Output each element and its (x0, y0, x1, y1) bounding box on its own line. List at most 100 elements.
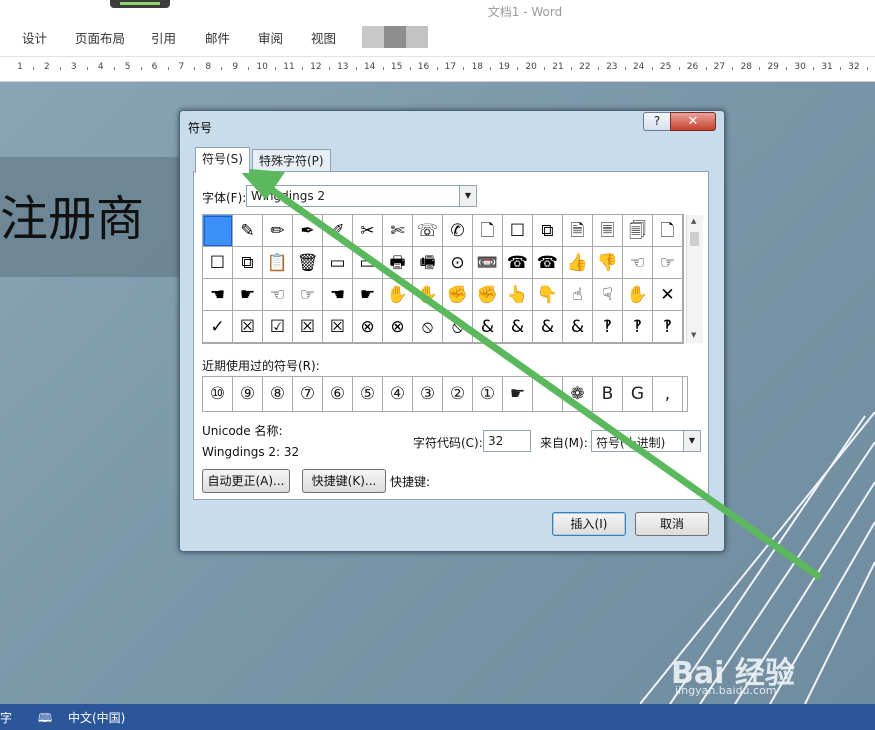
recent-symbol-cell[interactable]: ⑨ (233, 377, 263, 411)
symbol-cell[interactable]: ‽ (653, 311, 683, 343)
symbol-cell[interactable]: & (563, 311, 593, 343)
cancel-button[interactable]: 取消 (635, 512, 709, 536)
symbol-cell[interactable]: ☐ (503, 215, 533, 247)
symbol-cell[interactable]: ✋ (623, 279, 653, 311)
tab-mailings[interactable]: 邮件 (205, 28, 230, 47)
symbol-cell[interactable]: 📋 (263, 247, 293, 279)
tab-references[interactable]: 引用 (151, 28, 176, 47)
symbol-cell[interactable]: & (533, 311, 563, 343)
symbol-cell[interactable]: ☒ (293, 311, 323, 343)
symbol-cell[interactable]: ✎ (233, 215, 263, 247)
symbol-cell[interactable]: ✐ (323, 215, 353, 247)
symbol-cell[interactable]: ✋ (413, 279, 443, 311)
symbol-cell[interactable]: ⧉ (533, 215, 563, 247)
recent-symbol-cell[interactable]: ⑤ (353, 377, 383, 411)
symbol-cell[interactable]: ⊗ (383, 311, 413, 343)
scroll-up-icon[interactable]: ▲ (691, 217, 696, 225)
grid-scrollbar[interactable]: ▲ ▼ (686, 215, 703, 343)
tab-review[interactable]: 审阅 (258, 28, 283, 47)
symbol-cell[interactable]: 🖶 (383, 247, 413, 279)
symbol-cell[interactable]: ✊ (443, 279, 473, 311)
horizontal-ruler[interactable]: 1 2 3 4 5 6 7 8 9 10 11 12 13 14 15 16 17 18 19 20 21 22 23 24 2… (0, 57, 875, 82)
symbol-cell[interactable]: ☜ (623, 247, 653, 279)
symbol-cell[interactable]: ✓ (203, 311, 233, 343)
symbol-cell[interactable]: ☒ (323, 311, 353, 343)
char-code-input[interactable]: 32 (483, 430, 531, 452)
symbol-cell[interactable]: ⊙ (443, 247, 473, 279)
symbol-cell[interactable]: ☎ (533, 247, 563, 279)
symbol-cell[interactable]: ☜ (263, 279, 293, 311)
symbol-cell[interactable]: ▭ (323, 247, 353, 279)
symbol-cell[interactable]: 👎 (593, 247, 623, 279)
symbol-cell[interactable]: ⦸ (443, 311, 473, 343)
symbol-cell[interactable]: 👆 (503, 279, 533, 311)
recent-symbol-cell[interactable]: ⑥ (323, 377, 353, 411)
tab-symbols[interactable]: 符号(S) (195, 147, 250, 173)
word-count[interactable]: 字 (0, 709, 12, 726)
symbol-cell[interactable]: 🗎 (563, 215, 593, 247)
symbol-cell[interactable]: 📼 (473, 247, 503, 279)
symbol-cell[interactable]: 🖷 (413, 247, 443, 279)
symbol-cell[interactable]: ☛ (353, 279, 383, 311)
symbol-cell[interactable]: ⊗ (353, 311, 383, 343)
symbol-cell[interactable]: ☝ (563, 279, 593, 311)
symbol-cell[interactable]: 🗏 (593, 215, 623, 247)
symbol-cell[interactable]: ‽ (623, 311, 653, 343)
recent-symbols-row[interactable]: ⑩ ⑨ ⑧ ⑦ ⑥ ⑤ ④ ③ ② ① ☛ ❁ B G, (202, 376, 688, 412)
symbol-cell[interactable]: 🗋 (653, 215, 683, 247)
autocorrect-button[interactable]: 自动更正(A)... (202, 469, 290, 493)
symbol-cell[interactable]: ⧉ (233, 247, 263, 279)
symbol-cell[interactable]: ‽ (593, 311, 623, 343)
shortcut-key-button[interactable]: 快捷键(K)... (302, 469, 386, 493)
recent-symbol-cell[interactable]: ④ (383, 377, 413, 411)
symbol-cell[interactable]: ⦸ (413, 311, 443, 343)
symbol-cell[interactable]: ✏ (263, 215, 293, 247)
recent-symbol-cell[interactable]: ③ (413, 377, 443, 411)
symbol-cell[interactable]: ☞ (653, 247, 683, 279)
from-select[interactable]: 符号(十进制) ▼ (591, 430, 701, 452)
recent-symbol-cell[interactable]: ⑦ (293, 377, 323, 411)
recent-symbol-cell[interactable] (533, 377, 563, 411)
symbol-cell[interactable]: ✒ (293, 215, 323, 247)
symbol-cell[interactable]: ▭ (353, 247, 383, 279)
recent-symbol-cell[interactable]: , (653, 377, 683, 411)
symbol-cell[interactable]: ✕ (653, 279, 683, 311)
symbol-cell[interactable]: 🗑 (293, 247, 323, 279)
language-indicator[interactable]: 中文(中国) (68, 709, 125, 726)
symbol-cell[interactable]: ☒ (233, 311, 263, 343)
recent-symbol-cell[interactable]: ❁ (563, 377, 593, 411)
symbol-cell[interactable]: ✄ (383, 215, 413, 247)
symbol-cell[interactable]: 👇 (533, 279, 563, 311)
tab-design[interactable]: 设计 (22, 28, 47, 47)
recent-symbol-cell[interactable]: B (593, 377, 623, 411)
recent-symbol-cell[interactable]: ⑧ (263, 377, 293, 411)
tab-special-characters[interactable]: 特殊字符(P) (252, 149, 331, 172)
symbol-cell[interactable]: ☏ (413, 215, 443, 247)
symbol-cell[interactable]: & (473, 311, 503, 343)
recent-symbol-cell[interactable]: ☛ (503, 377, 533, 411)
proofing-icon[interactable]: 🕮 (38, 709, 52, 730)
tab-view[interactable]: 视图 (311, 28, 336, 47)
symbol-cell[interactable]: 🗋 (473, 215, 503, 247)
insert-button[interactable]: 插入(I) (552, 512, 626, 536)
symbol-cell[interactable]: ☛ (233, 279, 263, 311)
symbol-cell[interactable]: & (503, 311, 533, 343)
symbol-cell[interactable]: ✊ (473, 279, 503, 311)
help-button[interactable]: ? (643, 112, 671, 131)
symbol-cell[interactable]: ☎ (503, 247, 533, 279)
symbol-cell[interactable]: ☐ (203, 247, 233, 279)
font-select[interactable]: Wingdings 2 ▼ (246, 185, 477, 207)
recent-symbol-cell[interactable]: ⑩ (203, 377, 233, 411)
symbol-cell[interactable]: ✆ (443, 215, 473, 247)
symbol-cell[interactable]: ✋ (383, 279, 413, 311)
document-title-text[interactable]: 注册商 (0, 179, 144, 249)
recent-symbol-cell[interactable]: ① (473, 377, 503, 411)
chevron-down-icon[interactable]: ▼ (683, 431, 700, 451)
tab-page-layout[interactable]: 页面布局 (75, 28, 125, 47)
recent-symbol-cell[interactable]: G (623, 377, 653, 411)
symbol-cell[interactable]: ☚ (323, 279, 353, 311)
symbol-cell[interactable]: 🗐 (623, 215, 653, 247)
symbol-cell[interactable]: ✂ (353, 215, 383, 247)
chevron-down-icon[interactable]: ▼ (459, 186, 476, 206)
recent-symbol-cell[interactable]: ② (443, 377, 473, 411)
